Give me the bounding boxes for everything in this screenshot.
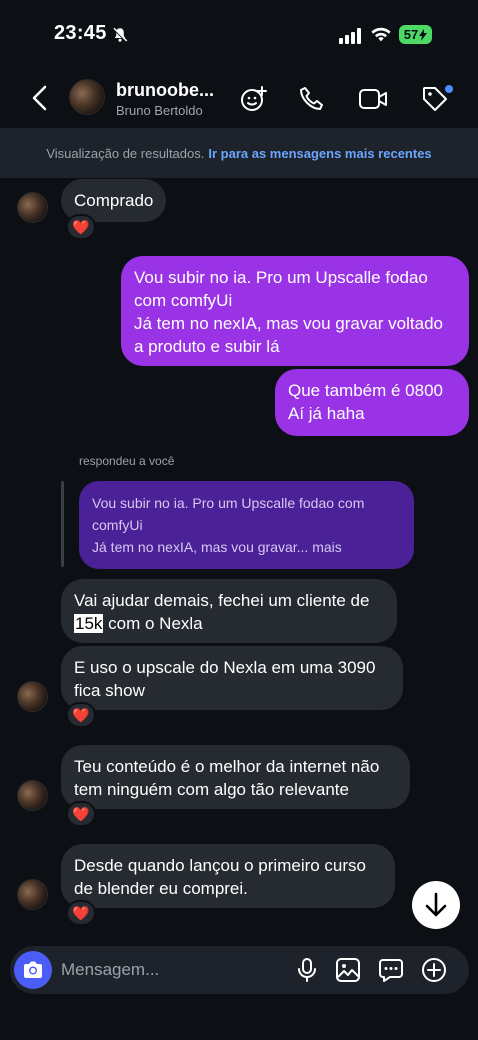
- message-line: Teu conteúdo é o melhor da internet não: [74, 757, 380, 776]
- battery-level: 57: [403, 27, 419, 42]
- message-line: Já tem no nexIA, mas vou gravar voltado: [134, 314, 443, 333]
- camera-button[interactable]: [14, 951, 52, 989]
- chat-header: brunoobe... Bruno Bertoldo: [0, 72, 478, 128]
- message-line: Que também é 0800: [288, 381, 443, 400]
- banner-text: Visualização de resultados.: [46, 145, 205, 161]
- wifi-icon: [370, 25, 392, 48]
- chat-icon[interactable]: [376, 955, 406, 985]
- reaction-emoji: ❤️: [72, 805, 90, 822]
- quote-line: Vou subir no ia. Pro um Upscalle fodao c…: [92, 495, 365, 511]
- camera-icon: [24, 961, 42, 978]
- message-composer: Mensagem...: [10, 946, 469, 994]
- avatar[interactable]: [17, 780, 48, 811]
- back-icon[interactable]: [26, 84, 54, 112]
- message-text: Comprado: [74, 191, 154, 210]
- quote-bar: [61, 481, 64, 567]
- message-line: fica show: [74, 681, 145, 700]
- quote-line: comfyUi: [92, 517, 143, 533]
- message-line: 15k com o Nexla: [74, 612, 384, 635]
- plus-icon[interactable]: [419, 955, 449, 985]
- message-bubble[interactable]: E uso o upscale do Nexla em uma 3090 fic…: [61, 646, 403, 710]
- heart-reaction-icon[interactable]: ❤️: [66, 702, 96, 728]
- message-line: E uso o upscale do Nexla em uma 3090: [74, 658, 376, 677]
- phone-icon[interactable]: [297, 84, 327, 114]
- notification-dot: [445, 85, 453, 93]
- message-bubble[interactable]: Teu conteúdo é o melhor da internet não …: [61, 745, 410, 809]
- message-bubble-outgoing[interactable]: Que também é 0800 Aí já haha: [275, 369, 469, 436]
- message-input[interactable]: Mensagem...: [61, 960, 159, 980]
- avatar[interactable]: [17, 879, 48, 910]
- jump-to-recent-link[interactable]: Ir para as mensagens mais recentes: [208, 146, 431, 161]
- highlighted-search-match: 15k: [74, 614, 104, 633]
- reaction-emoji: ❤️: [72, 904, 90, 921]
- message-bubble[interactable]: Desde quando lançou o primeiro curso de …: [61, 844, 395, 908]
- message-line: a produto e subir lá: [134, 337, 280, 356]
- message-line: com comfyUi: [134, 291, 233, 310]
- avatar[interactable]: [17, 681, 48, 712]
- scroll-to-bottom-button[interactable]: [412, 881, 460, 929]
- search-results-banner: Visualização de resultados. Ir para as m…: [0, 128, 478, 178]
- message-line-rest: com o Nexla: [103, 614, 203, 633]
- signal-icon: [339, 28, 361, 49]
- avatar[interactable]: [69, 79, 105, 115]
- quote-line: Já tem no nexIA, mas vou gravar... mais: [92, 539, 342, 555]
- avatar[interactable]: [17, 192, 48, 223]
- message-line: Vou subir no ia. Pro um Upscalle fodao: [134, 268, 428, 287]
- status-time: 23:45: [54, 22, 107, 44]
- battery-indicator: 57: [399, 25, 432, 44]
- reaction-emoji: ❤️: [72, 706, 90, 723]
- message-line: Vai ajudar demais, fechei um cliente de: [74, 591, 370, 610]
- contact-username[interactable]: brunoobe...: [116, 80, 214, 101]
- quoted-message[interactable]: Vou subir no ia. Pro um Upscalle fodao c…: [79, 481, 414, 569]
- video-icon[interactable]: [358, 84, 388, 114]
- reply-label: respondeu a você: [79, 454, 175, 468]
- contact-full-name[interactable]: Bruno Bertoldo: [116, 103, 203, 118]
- mic-icon[interactable]: [292, 955, 322, 985]
- heart-reaction-icon[interactable]: ❤️: [66, 214, 96, 240]
- arrow-down-icon: [425, 892, 447, 917]
- message-line: tem ninguém com algo tão relevante: [74, 780, 349, 799]
- message-line: Aí já haha: [288, 404, 365, 423]
- sticker-icon[interactable]: [239, 84, 269, 114]
- heart-reaction-icon[interactable]: ❤️: [66, 900, 96, 926]
- message-bubble-outgoing[interactable]: Vou subir no ia. Pro um Upscalle fodao c…: [121, 256, 469, 366]
- reaction-emoji: ❤️: [72, 218, 90, 235]
- message-line: Desde quando lançou o primeiro curso: [74, 856, 367, 875]
- status-bar: 23:45 57: [0, 0, 478, 72]
- message-line: de blender eu comprei.: [74, 879, 248, 898]
- heart-reaction-icon[interactable]: ❤️: [66, 801, 96, 827]
- message-bubble[interactable]: Vai ajudar demais, fechei um cliente de …: [61, 579, 397, 643]
- gallery-icon[interactable]: [333, 955, 363, 985]
- bell-muted-icon: [111, 26, 129, 49]
